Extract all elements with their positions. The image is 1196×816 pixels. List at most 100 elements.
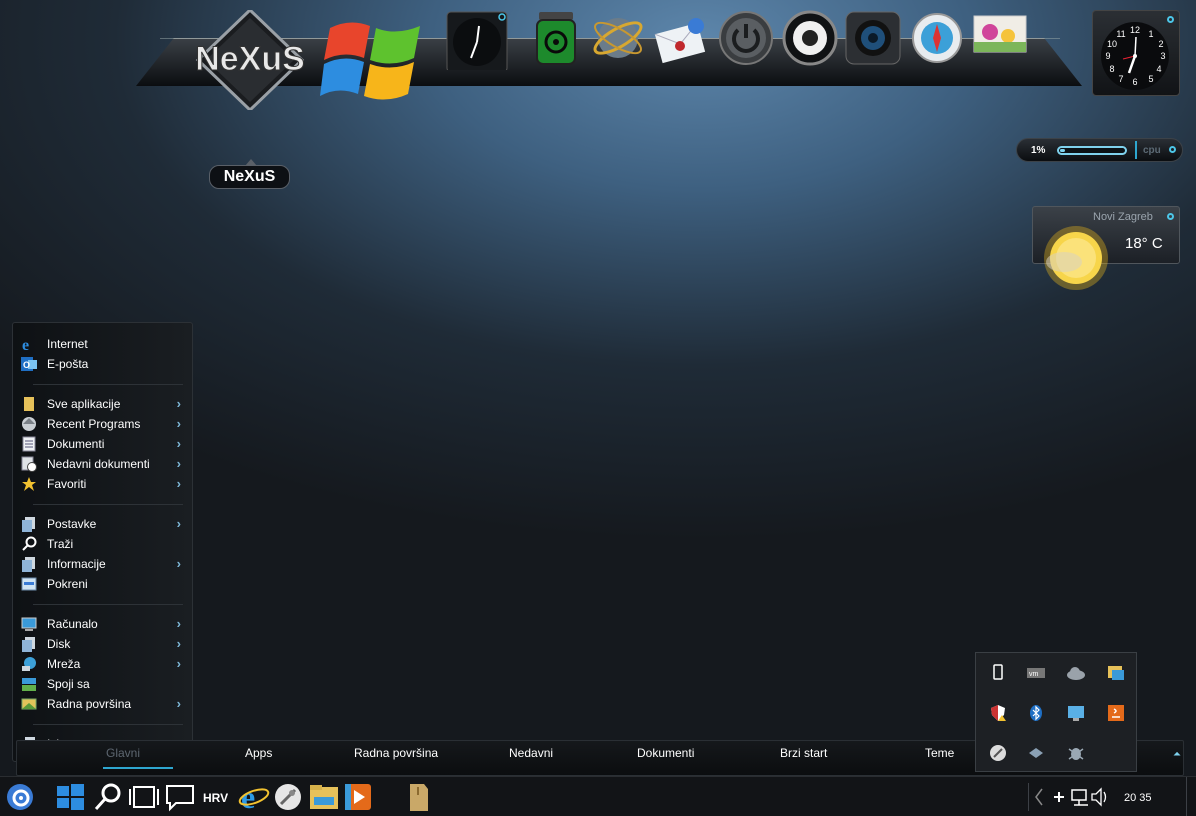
- archive-icon[interactable]: [402, 781, 434, 813]
- tab-documents[interactable]: Dokumenti: [637, 746, 694, 760]
- dropbox-icon[interactable]: [1026, 743, 1046, 763]
- bug-icon[interactable]: [1066, 743, 1086, 763]
- file-explorer-icon[interactable]: [308, 781, 340, 813]
- nexus-start-icon[interactable]: [4, 781, 36, 813]
- chevron-left-icon[interactable]: [1032, 781, 1046, 813]
- ie-icon[interactable]: e: [238, 779, 270, 815]
- cpu-settings-icon[interactable]: [1169, 146, 1176, 153]
- weather-settings-icon[interactable]: [1167, 213, 1174, 220]
- camera-icon[interactable]: [842, 8, 904, 70]
- menu-item-connect[interactable]: Spoji sa: [19, 674, 189, 694]
- svg-text:O: O: [23, 360, 30, 370]
- menu-item-computer[interactable]: Računalo ›: [19, 614, 189, 634]
- clock-num-5: 5: [1148, 74, 1153, 84]
- search-icon: [21, 536, 37, 552]
- collapse-up-icon[interactable]: ⏶: [1170, 749, 1184, 761]
- photo-icon[interactable]: [970, 8, 1032, 70]
- dock-tooltip: NeXuS: [209, 159, 290, 189]
- cpu-percent: 1%: [1031, 145, 1046, 156]
- menu-separator: [33, 604, 183, 605]
- search-icon[interactable]: [92, 781, 124, 813]
- biohazard-jar-icon[interactable]: [525, 8, 587, 70]
- nexus-logo[interactable]: NeXuS: [190, 7, 310, 113]
- clock-icon[interactable]: [446, 8, 508, 73]
- cpu-label: cpu: [1143, 145, 1161, 156]
- network-icon[interactable]: [1070, 781, 1092, 813]
- run-icon: [21, 576, 37, 592]
- clock-num-1: 1: [1148, 29, 1153, 39]
- weather-temperature: 18° C: [1125, 235, 1163, 252]
- windows-icon[interactable]: [54, 781, 86, 813]
- clock-num-2: 2: [1158, 39, 1163, 49]
- menu-item-recent-documents[interactable]: Nedavni dokumenti ›: [19, 454, 189, 474]
- compass-icon[interactable]: [906, 8, 968, 70]
- task-view-icon[interactable]: [128, 781, 160, 813]
- chat-icon[interactable]: [164, 781, 196, 813]
- menu-item-network[interactable]: Mreža ›: [19, 654, 189, 674]
- outlook-icon: O: [21, 356, 37, 372]
- clock-widget[interactable]: 12 1 2 3 4 5 6 7 8 9 10 11: [1092, 10, 1180, 96]
- plus-icon[interactable]: [1050, 781, 1068, 813]
- clock-num-10: 10: [1107, 39, 1117, 49]
- chevron-right-icon: ›: [176, 416, 181, 431]
- menu-item-settings[interactable]: Postavke ›: [19, 514, 189, 534]
- menu-separator: [33, 504, 183, 505]
- volume-icon[interactable]: [1090, 781, 1110, 813]
- globe-icon[interactable]: [587, 8, 649, 70]
- bluetooth-icon[interactable]: [1026, 703, 1046, 723]
- usb-icon[interactable]: [988, 663, 1008, 683]
- tray-separator: [1028, 783, 1029, 811]
- chevron-right-icon: ›: [176, 616, 181, 631]
- clock-num-12: 12: [1130, 25, 1140, 35]
- clock-num-7: 7: [1118, 74, 1123, 84]
- vmware-icon[interactable]: vm: [1026, 663, 1046, 683]
- java-icon[interactable]: [1106, 703, 1126, 723]
- disk-icon: [21, 636, 37, 652]
- tab-themes[interactable]: Teme: [925, 746, 954, 760]
- tab-apps[interactable]: Apps: [245, 746, 272, 760]
- tab-recent[interactable]: Nedavni: [509, 746, 553, 760]
- computer-icon: [21, 616, 37, 632]
- documents-icon: [21, 436, 37, 452]
- onedrive-icon[interactable]: [1066, 663, 1086, 683]
- security-shield-icon[interactable]: [988, 703, 1008, 723]
- menu-item-disk[interactable]: Disk ›: [19, 634, 189, 654]
- cpu-separator: [1135, 141, 1137, 159]
- network-icon: [21, 656, 37, 672]
- menu-item-internet[interactable]: e Internet: [19, 334, 189, 354]
- power-icon[interactable]: [715, 8, 777, 70]
- menu-item-favorites[interactable]: Favoriti ›: [19, 474, 189, 494]
- clock-num-11: 11: [1116, 29, 1125, 39]
- tab-quick-start[interactable]: Brzi start: [780, 746, 827, 760]
- language-indicator[interactable]: HRV: [203, 791, 228, 805]
- mail-icon[interactable]: [652, 8, 714, 70]
- folder-icon: [21, 396, 37, 412]
- windows-logo-icon[interactable]: [320, 8, 428, 108]
- menu-separator: [33, 384, 183, 385]
- tab-main[interactable]: Glavni: [106, 746, 140, 760]
- media-player-icon[interactable]: [342, 781, 374, 813]
- menu-item-information[interactable]: Informacije ›: [19, 554, 189, 574]
- menu-item-desktop[interactable]: Radna površina ›: [19, 694, 189, 714]
- svg-text:NeXuS: NeXuS: [195, 40, 305, 78]
- taskbar-clock[interactable]: 20 35: [1124, 792, 1152, 804]
- cpu-widget[interactable]: 1% cpu: [1016, 138, 1183, 162]
- show-desktop-button[interactable]: [1186, 777, 1196, 816]
- rocket-icon[interactable]: [272, 781, 304, 813]
- chevron-right-icon: ›: [176, 476, 181, 491]
- chevron-right-icon: ›: [176, 636, 181, 651]
- menu-item-run[interactable]: Pokreni: [19, 574, 189, 594]
- speaker-icon[interactable]: [779, 8, 841, 70]
- recent-documents-icon: [21, 456, 37, 472]
- network-folder-icon[interactable]: [1106, 663, 1126, 683]
- menu-item-search[interactable]: Traži: [19, 534, 189, 554]
- menu-item-recent-programs[interactable]: Recent Programs ›: [19, 414, 189, 434]
- tab-desktop[interactable]: Radna površina: [354, 746, 438, 760]
- info-icon: [21, 556, 37, 572]
- rocket-icon[interactable]: [988, 743, 1008, 763]
- menu-item-email[interactable]: O E-pošta: [19, 354, 189, 374]
- svg-text:e: e: [22, 337, 29, 352]
- display-icon[interactable]: [1066, 703, 1086, 723]
- menu-item-documents[interactable]: Dokumenti ›: [19, 434, 189, 454]
- menu-item-all-apps[interactable]: Sve aplikacije ›: [19, 394, 189, 414]
